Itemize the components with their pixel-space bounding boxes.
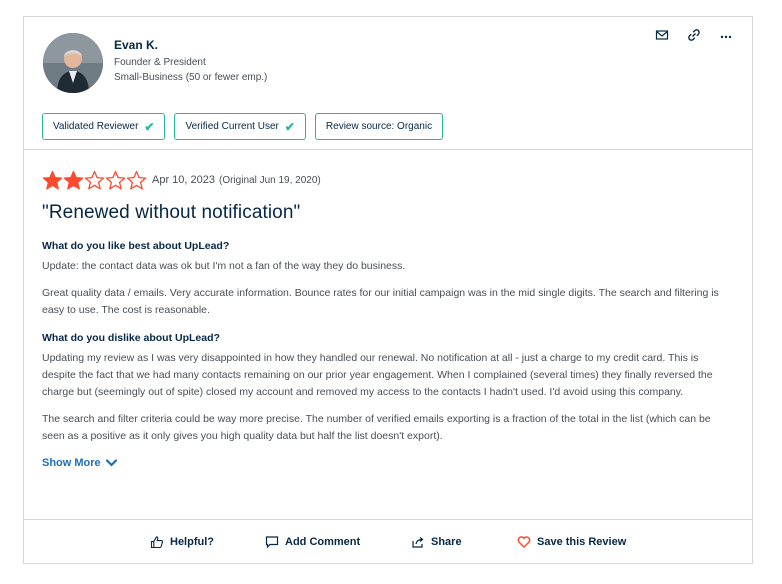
reviewer-company-size: Small-Business (50 or fewer emp.) — [114, 72, 268, 83]
badge-label: Validated Reviewer — [53, 121, 139, 132]
question-dislike: What do you dislike about UpLead? — [42, 332, 220, 344]
review-date: Apr 10, 2023 — [152, 174, 215, 186]
share-icon — [412, 537, 424, 548]
chevron-down-icon — [105, 459, 117, 467]
save-review-label: Save this Review — [537, 536, 627, 548]
mail-icon[interactable] — [655, 28, 669, 42]
review-body: Apr 10, 2023 (Original Jun 19, 2020) "Re… — [42, 169, 732, 471]
add-comment-button[interactable]: Add Comment — [265, 520, 360, 564]
answer-dislike-2: The search and filter criteria could be … — [42, 413, 711, 442]
check-icon: ✔ — [284, 119, 295, 134]
heart-icon — [517, 536, 531, 549]
verified-current-user-badge[interactable]: Verified Current User ✔ — [174, 113, 306, 140]
header-actions — [655, 28, 733, 42]
reviewer-name[interactable]: Evan K. — [114, 38, 158, 52]
helpful-button[interactable]: Helpful? — [150, 520, 214, 564]
star-rating — [42, 170, 147, 191]
show-more-label: Show More — [42, 457, 101, 469]
original-review-date: (Original Jun 19, 2020) — [219, 174, 321, 186]
show-more-link[interactable]: Show More — [42, 457, 117, 469]
more-icon[interactable] — [719, 28, 733, 42]
review-actions: Helpful? Add Comment Share Save this Rev… — [24, 519, 752, 563]
review-card: Evan K. Founder & President Small-Busine… — [23, 16, 753, 564]
comment-icon — [265, 536, 279, 549]
thumbs-up-icon — [150, 536, 164, 549]
question-like: What do you like best about UpLead? — [42, 240, 230, 252]
save-review-button[interactable]: Save this Review — [517, 520, 626, 564]
reviewer-avatar — [43, 33, 103, 93]
badge-label: Verified Current User — [185, 121, 279, 132]
check-icon: ✔ — [144, 119, 155, 134]
review-title: "Renewed without notification" — [42, 202, 301, 223]
star-empty-icon — [126, 170, 147, 191]
star-empty-icon — [84, 170, 105, 191]
review-source-badge[interactable]: Review source: Organic — [314, 113, 444, 140]
user-photo-icon — [43, 33, 103, 93]
badge-label: Review source: Organic — [325, 121, 433, 132]
star-filled-icon — [42, 170, 63, 191]
reviewer-badges: Validated Reviewer ✔ Verified Current Us… — [42, 113, 444, 140]
answer-dislike-1: Updating my review as I was very disappo… — [42, 352, 713, 398]
star-empty-icon — [105, 170, 126, 191]
reviewer-header: Evan K. Founder & President Small-Busine… — [24, 17, 752, 150]
helpful-label: Helpful? — [170, 536, 214, 548]
validated-reviewer-badge[interactable]: Validated Reviewer ✔ — [42, 113, 166, 140]
answer-like-2: Great quality data / emails. Very accura… — [42, 287, 719, 316]
share-button[interactable]: Share — [411, 520, 462, 564]
reviewer-title: Founder & President — [114, 57, 206, 68]
add-comment-label: Add Comment — [285, 536, 361, 548]
share-label: Share — [431, 536, 462, 548]
star-filled-icon — [63, 170, 84, 191]
rating-row: Apr 10, 2023 (Original Jun 19, 2020) — [42, 169, 732, 191]
answer-like-1: Update: the contact data was ok but I'm … — [42, 260, 406, 272]
link-icon[interactable] — [687, 28, 701, 42]
